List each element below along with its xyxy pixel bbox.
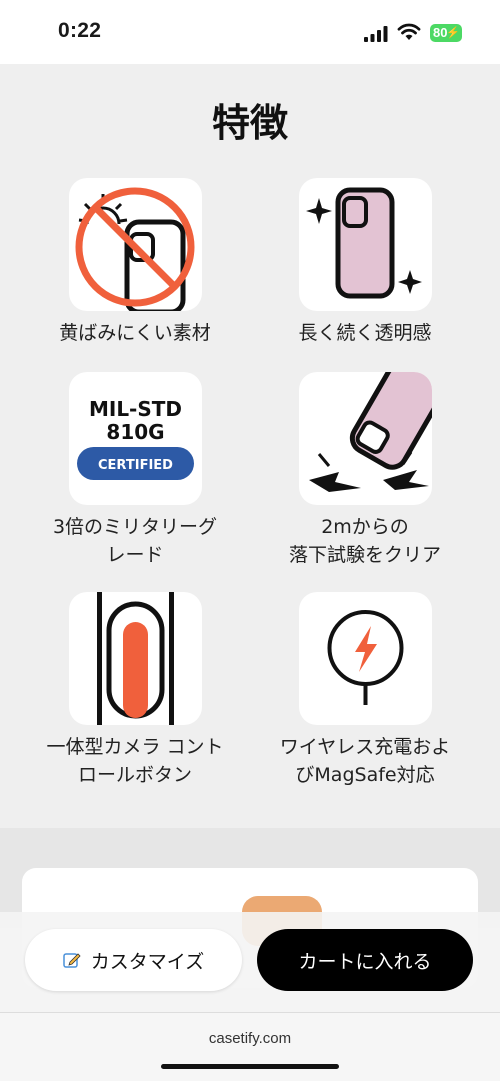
feature-label: 3倍のミリタリーグ レード [52,516,218,566]
battery-indicator: 80 ⚡ [430,24,462,42]
customize-label: カスタマイズ [90,950,205,973]
add-to-cart-button[interactable]: カートに入れる [257,929,473,991]
wifi-icon [397,23,421,40]
camera-control-button-icon [96,592,174,725]
feature-anti-yellowing: 黄ばみにくい素材 [15,178,255,347]
no-sun-yellowing-icon [75,187,194,311]
feature-label: 一体型カメラ コント ロールボタン [46,736,224,786]
feature-tile [68,178,202,311]
battery-level: 80 [433,25,448,40]
badge-line-2: 810G [106,420,164,444]
mil-std-badge-icon: MIL-STD 810G CERTIFIED [76,397,194,480]
feature-label: 黄ばみにくい素材 [59,322,211,344]
cellular-signal-icon [364,26,388,42]
feature-label: ワイヤレス充電およ びMagSafe対応 [279,736,451,786]
badge-certified: CERTIFIED [98,458,173,473]
feature-drop-test: 2mからの 落下試験をクリア [245,372,485,569]
page-title: 特徴 [211,101,288,145]
edit-pencil-icon [63,953,81,968]
feature-tile [298,372,432,505]
feature-tile [298,178,432,311]
status-time: 0:22 [58,19,102,42]
status-bar: 0:22 80 ⚡ [0,0,500,64]
clear-case-sparkle-icon [305,187,422,299]
feature-camera-control: 一体型カメラ コント ロールボタン [15,592,255,789]
browser-url-bar[interactable]: casetify.com [0,1012,500,1081]
charging-bolt-icon: ⚡ [446,27,460,39]
feature-label: 長く続く透明感 [298,322,432,344]
home-indicator[interactable] [161,1064,339,1069]
feature-tile: MIL-STD 810G CERTIFIED [68,372,202,505]
feature-magsafe: ワイヤレス充電およ びMagSafe対応 [245,592,485,789]
feature-long-clarity: 長く続く透明感 [245,178,485,347]
drop-test-icon [308,372,432,492]
url-text: casetify.com [208,1030,292,1047]
badge-line-1: MIL-STD [88,397,181,421]
feature-label: 2mからの 落下試験をクリア [288,516,441,566]
cart-label: カートに入れる [298,950,432,973]
feature-military-grade: MIL-STD 810G CERTIFIED 3倍のミリタリーグ レード [15,372,255,569]
magsafe-charging-icon [327,610,403,705]
customize-button[interactable]: カスタマイズ [25,929,242,991]
feature-tile [68,592,202,725]
feature-tile [298,592,432,725]
